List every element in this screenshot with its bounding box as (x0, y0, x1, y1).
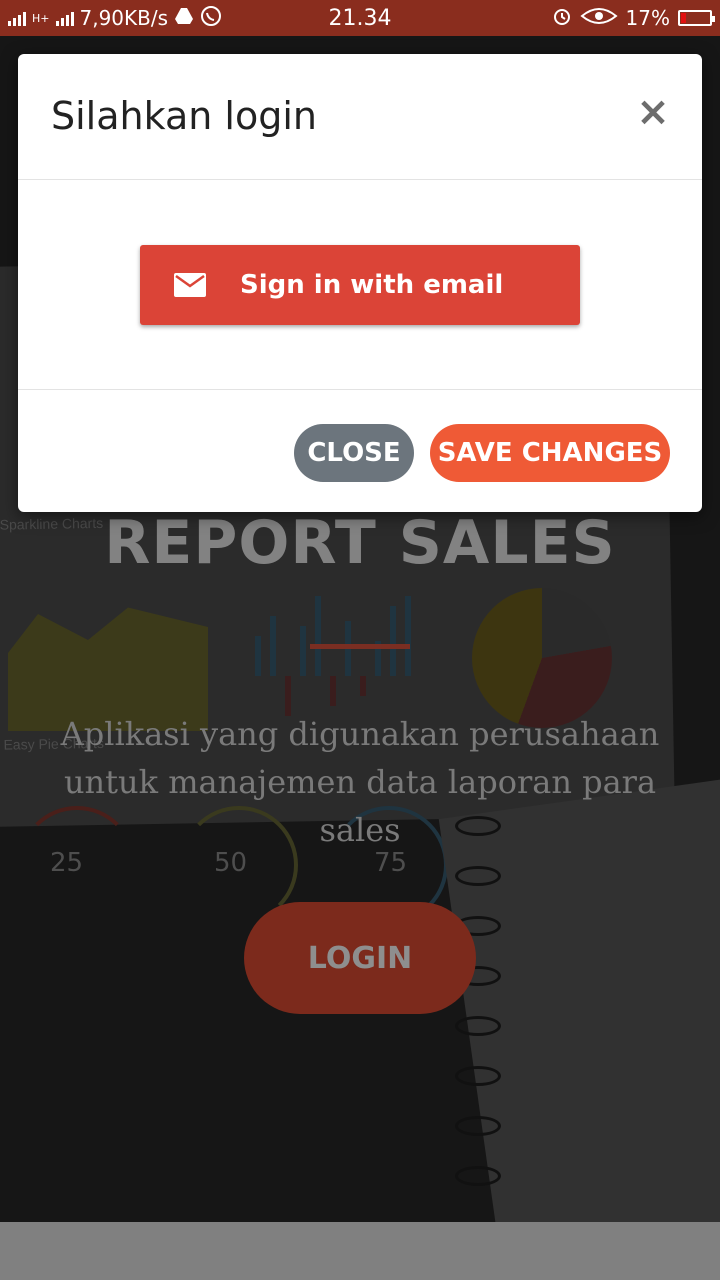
notebook-ring (455, 866, 501, 886)
status-bar-left: H+ 7,90KB/s (8, 5, 552, 32)
modal-header: Silahkan login × (18, 54, 702, 180)
notebook-ring (455, 1016, 501, 1036)
modal-body: Sign in with email (18, 180, 702, 390)
network-speed: 7,90KB/s (79, 6, 169, 30)
page-title: REPORT SALES (104, 508, 616, 578)
signal-icon-2 (55, 10, 74, 26)
drive-icon (174, 6, 194, 30)
network-type: H+ (32, 11, 50, 25)
title-underline (310, 644, 410, 649)
bottom-bar (0, 1222, 720, 1280)
whatsapp-icon (200, 5, 222, 32)
eye-icon (579, 6, 618, 31)
photo-bar-chart (255, 596, 425, 726)
sign-in-email-button[interactable]: Sign in with email (140, 245, 580, 325)
notebook-ring (455, 1116, 501, 1136)
battery-percent: 17% (625, 6, 670, 30)
page-subtitle: Aplikasi yang digunakan perusahaan untuk… (60, 715, 660, 849)
save-changes-button[interactable]: SAVE CHANGES (430, 424, 670, 482)
status-bar: H+ 7,90KB/s 21.34 17% (0, 0, 720, 36)
modal-footer: CLOSE SAVE CHANGES (18, 390, 702, 513)
status-bar-right: 17% (552, 6, 715, 31)
mail-icon (174, 273, 206, 297)
signal-icon (8, 10, 26, 26)
battery-fill (681, 13, 686, 23)
alarm-icon (552, 6, 572, 31)
modal-title: Silahkan login (51, 94, 317, 138)
close-button[interactable]: CLOSE (294, 424, 414, 482)
sign-in-email-label: Sign in with email (240, 270, 504, 300)
notebook-ring (455, 1166, 501, 1186)
close-icon[interactable]: × (636, 89, 670, 135)
notebook-ring (455, 1066, 501, 1086)
photo-pie-chart (472, 588, 612, 728)
battery-icon (678, 10, 715, 26)
login-modal: Silahkan login × Sign in with email CLOS… (18, 54, 702, 512)
login-button[interactable]: LOGIN (244, 902, 476, 1014)
